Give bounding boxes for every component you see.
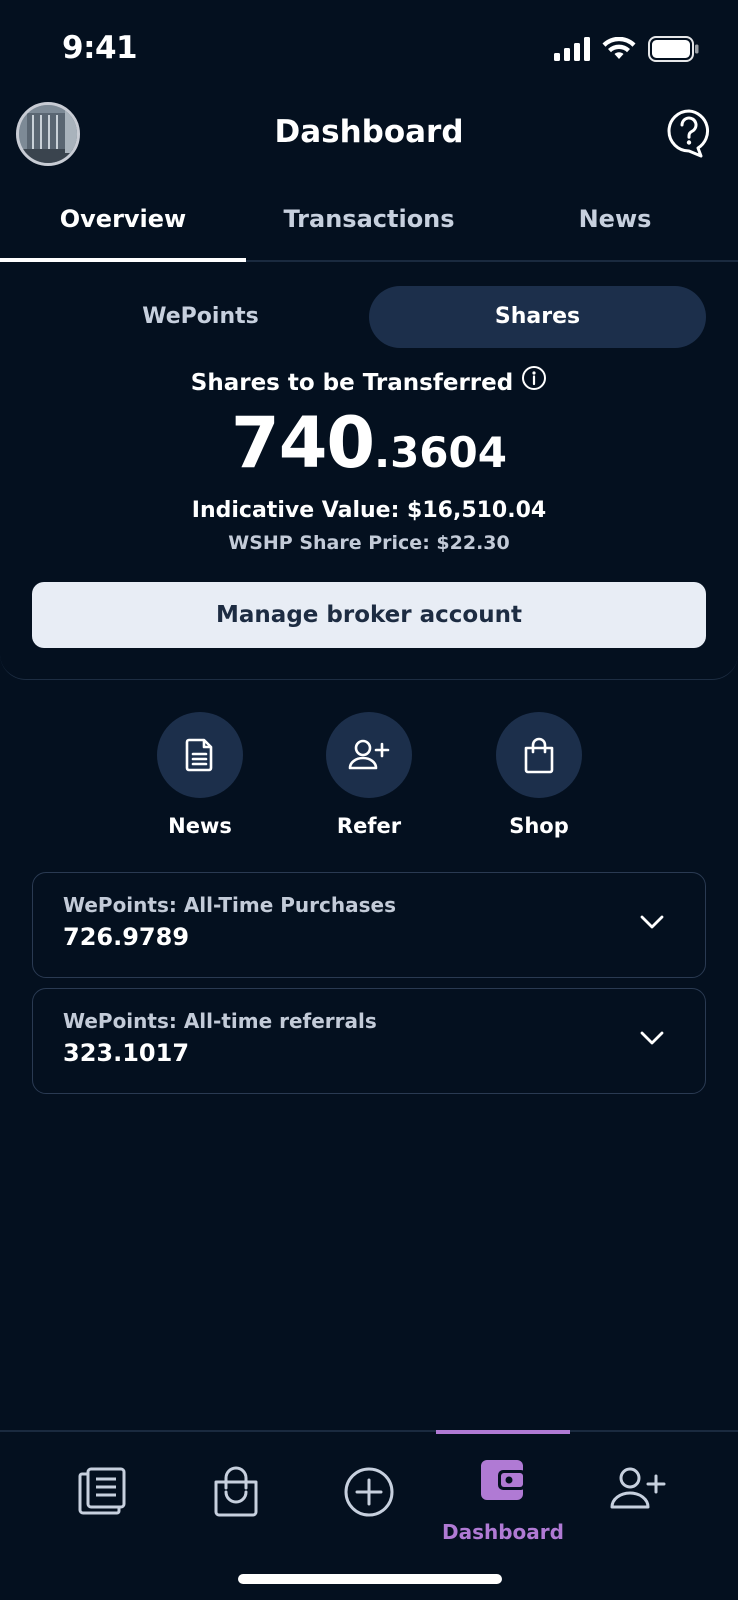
nav-refer[interactable]	[570, 1432, 704, 1552]
shopping-bag-icon	[524, 737, 554, 774]
tab-news[interactable]: News	[492, 186, 738, 262]
nav-shop[interactable]	[169, 1432, 303, 1552]
accordion-title: WePoints: All-Time Purchases	[63, 893, 396, 917]
segment-shares[interactable]: Shares	[369, 286, 706, 348]
accordion-title: WePoints: All-time referrals	[63, 1009, 377, 1033]
segment-wepoints[interactable]: WePoints	[32, 286, 369, 348]
quick-action-shop-circle[interactable]	[496, 712, 582, 798]
status-icons	[554, 36, 700, 62]
news-feed-icon	[78, 1467, 126, 1515]
add-user-icon	[348, 739, 390, 770]
quick-action-news[interactable]: News	[140, 712, 260, 838]
shares-label-row: Shares to be Transferred	[0, 366, 738, 397]
nav-dashboard[interactable]: Dashboard	[436, 1430, 570, 1552]
shares-amount-integer: 740	[231, 402, 375, 484]
status-time: 9:41	[62, 30, 138, 66]
document-icon	[185, 738, 213, 772]
help-icon	[667, 109, 710, 158]
page-title: Dashboard	[274, 114, 464, 150]
accordion-all-time-purchases[interactable]: WePoints: All-Time Purchases 726.9789	[32, 872, 706, 978]
shares-card: WePoints Shares Shares to be Transferred…	[0, 262, 738, 680]
chevron-down-icon[interactable]	[639, 1029, 665, 1047]
status-bar: 9:41	[0, 0, 738, 100]
nav-news-feed[interactable]	[35, 1432, 169, 1552]
manage-broker-account-button[interactable]: Manage broker account	[32, 582, 706, 648]
shares-label: Shares to be Transferred	[190, 370, 514, 396]
accordion-value: 726.9789	[63, 923, 190, 951]
help-button[interactable]	[666, 108, 712, 158]
shares-amount: 740.3604	[0, 402, 738, 484]
info-icon[interactable]	[521, 365, 547, 397]
quick-action-shop[interactable]: Shop	[479, 712, 599, 838]
cellular-signal-icon	[554, 37, 590, 61]
quick-action-news-circle[interactable]	[157, 712, 243, 798]
battery-icon	[648, 36, 699, 62]
quick-action-news-label: News	[168, 814, 232, 838]
add-user-icon	[610, 1467, 666, 1509]
quick-action-shop-label: Shop	[509, 814, 569, 838]
accordion-all-time-referrals[interactable]: WePoints: All-time referrals 323.1017	[32, 988, 706, 1094]
chevron-down-icon[interactable]	[639, 913, 665, 931]
shopping-bag-icon	[214, 1466, 258, 1517]
quick-action-refer[interactable]: Refer	[309, 712, 429, 838]
quick-action-refer-circle[interactable]	[326, 712, 412, 798]
wallet-icon	[481, 1460, 526, 1500]
top-tabs: Overview Transactions News	[0, 186, 738, 262]
nav-add[interactable]	[302, 1432, 436, 1552]
wifi-icon	[602, 37, 636, 59]
points-shares-toggle: WePoints Shares	[32, 286, 706, 348]
nav-dashboard-label: Dashboard	[442, 1520, 564, 1544]
indicative-value: Indicative Value: $16,510.04	[191, 498, 547, 523]
app-header: Dashboard	[0, 96, 738, 176]
plus-circle-icon	[344, 1467, 394, 1517]
tab-overview[interactable]: Overview	[0, 186, 246, 262]
tab-transactions[interactable]: Transactions	[246, 186, 492, 262]
accordion-value: 323.1017	[63, 1039, 190, 1067]
share-price: WSHP Share Price: $22.30	[228, 532, 510, 554]
quick-actions: News Refer Shop	[0, 712, 738, 842]
home-indicator[interactable]	[238, 1574, 502, 1584]
shares-amount-decimal: .3604	[374, 428, 507, 477]
nav-active-indicator	[436, 1430, 570, 1434]
quick-action-refer-label: Refer	[336, 814, 402, 838]
